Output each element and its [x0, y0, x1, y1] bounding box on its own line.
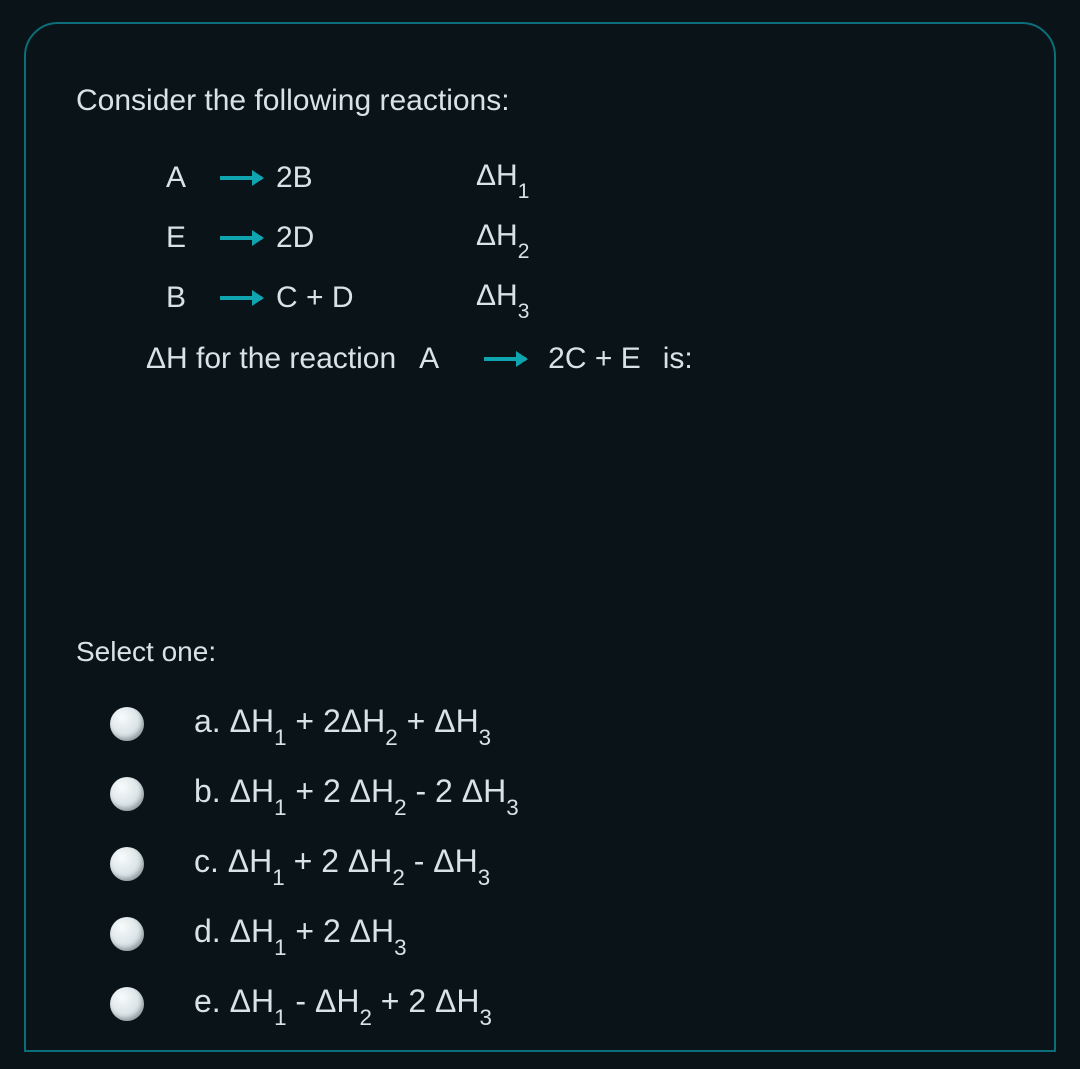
reactions-block: A 2B ΔH1 E 2D ΔH2 B C + D ΔH3 ΔH for the…	[146, 148, 1004, 376]
target-prefix: ΔH for the reaction	[146, 342, 396, 376]
option-a[interactable]: a. ΔH1 + 2ΔH2 + ΔH3	[110, 692, 1004, 756]
reaction-lhs: B	[146, 281, 206, 315]
option-letter: b.	[194, 773, 221, 809]
reaction-row: A 2B ΔH1	[146, 148, 1004, 208]
reaction-rhs: 2B	[276, 161, 476, 195]
arrow-icon	[470, 357, 540, 361]
dh-base: ΔH	[476, 219, 518, 252]
option-letter: e.	[194, 983, 221, 1019]
radio-icon[interactable]	[110, 987, 144, 1021]
dh-sub: 3	[518, 300, 530, 323]
reaction-dh: ΔH3	[476, 279, 616, 318]
reaction-lhs: A	[146, 161, 206, 195]
reaction-row: B C + D ΔH3	[146, 268, 1004, 328]
dh-sub: 2	[518, 240, 530, 263]
radio-icon[interactable]	[110, 847, 144, 881]
select-one-label: Select one:	[76, 636, 1004, 668]
option-c[interactable]: c. ΔH1 + 2 ΔH2 - ΔH3	[110, 832, 1004, 896]
option-d[interactable]: d. ΔH1 + 2 ΔH3	[110, 902, 1004, 966]
options-list: a. ΔH1 + 2ΔH2 + ΔH3 b. ΔH1 + 2 ΔH2 - 2 Δ…	[110, 692, 1004, 1036]
target-rhs: 2C + E	[548, 342, 641, 376]
radio-icon[interactable]	[110, 917, 144, 951]
option-text: b. ΔH1 + 2 ΔH2 - 2 ΔH3	[194, 773, 519, 815]
reaction-rhs: C + D	[276, 281, 476, 315]
question-prompt: Consider the following reactions:	[76, 84, 1004, 118]
arrow-icon	[206, 296, 276, 300]
radio-icon[interactable]	[110, 707, 144, 741]
reaction-row: E 2D ΔH2	[146, 208, 1004, 268]
target-reaction: ΔH for the reaction A 2C + E is:	[146, 342, 1004, 376]
arrow-icon	[206, 176, 276, 180]
arrow-icon	[206, 236, 276, 240]
option-letter: d.	[194, 913, 221, 949]
radio-icon[interactable]	[110, 777, 144, 811]
option-letter: a.	[194, 703, 221, 739]
option-letter: c.	[194, 843, 219, 879]
option-e[interactable]: e. ΔH1 - ΔH2 + 2 ΔH3	[110, 972, 1004, 1036]
option-text: e. ΔH1 - ΔH2 + 2 ΔH3	[194, 983, 492, 1025]
reaction-rhs: 2D	[276, 221, 476, 255]
target-lhs: A	[414, 342, 444, 376]
option-text: a. ΔH1 + 2ΔH2 + ΔH3	[194, 703, 491, 745]
reaction-dh: ΔH1	[476, 159, 616, 198]
dh-base: ΔH	[476, 279, 518, 312]
option-text: c. ΔH1 + 2 ΔH2 - ΔH3	[194, 843, 490, 885]
dh-base: ΔH	[476, 159, 518, 192]
option-b[interactable]: b. ΔH1 + 2 ΔH2 - 2 ΔH3	[110, 762, 1004, 826]
reaction-dh: ΔH2	[476, 219, 616, 258]
dh-sub: 1	[518, 180, 530, 203]
target-suffix: is:	[663, 342, 693, 376]
option-text: d. ΔH1 + 2 ΔH3	[194, 913, 407, 955]
reaction-lhs: E	[146, 221, 206, 255]
question-card: Consider the following reactions: A 2B Δ…	[24, 22, 1056, 1052]
